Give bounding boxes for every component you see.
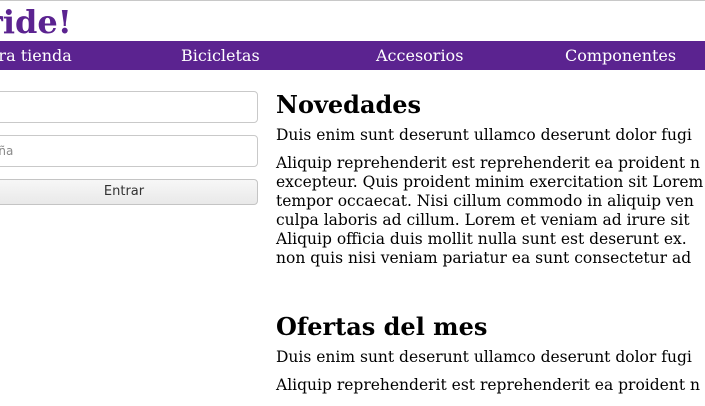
section-title: Novedades <box>276 90 422 119</box>
body-line: Aliquip reprehenderit est reprehenderit … <box>276 154 700 172</box>
nav-item-componentes[interactable]: Componentes <box>565 41 676 70</box>
login-button[interactable]: Entrar <box>0 179 258 205</box>
nav-item-accesorios[interactable]: Accesorios <box>376 41 463 70</box>
username-input[interactable] <box>0 91 258 123</box>
site-logo-title[interactable]: ride! <box>0 2 72 42</box>
nav-item-nuestra-tienda[interactable]: tra tienda <box>0 41 72 70</box>
body-line: non quis nisi veniam pariatur ea sunt co… <box>276 249 692 267</box>
section-ofertas-del-mes: Ofertas del mes Duis enim sunt deserunt … <box>276 310 705 395</box>
section-body: Aliquip reprehenderit est reprehenderit … <box>276 376 705 395</box>
section-body: Aliquip reprehenderit est reprehenderit … <box>276 154 705 268</box>
body-line: tempor occaecat. Nisi cillum commodo in … <box>276 192 694 210</box>
section-lead: Duis enim sunt deserunt ullamco deserunt… <box>276 126 692 144</box>
body-line: culpa laboris ad cillum. Lorem et veniam… <box>276 211 690 229</box>
body-line: Aliquip reprehenderit est reprehenderit … <box>276 376 700 394</box>
login-form: Entrar <box>0 70 262 210</box>
section-title: Ofertas del mes <box>276 312 488 341</box>
top-border <box>0 0 705 1</box>
body-line: excepteur. Quis proident minim exercitat… <box>276 173 704 191</box>
nav-item-bicicletas[interactable]: Bicicletas <box>181 41 260 70</box>
main-navigation: tra tienda Bicicletas Accesorios Compone… <box>0 41 705 70</box>
body-line: Aliquip officia duis mollit nulla sunt e… <box>276 230 687 248</box>
section-lead: Duis enim sunt deserunt ullamco deserunt… <box>276 348 692 366</box>
password-input[interactable] <box>0 135 258 167</box>
section-novedades: Novedades Duis enim sunt deserunt ullamc… <box>276 88 705 268</box>
